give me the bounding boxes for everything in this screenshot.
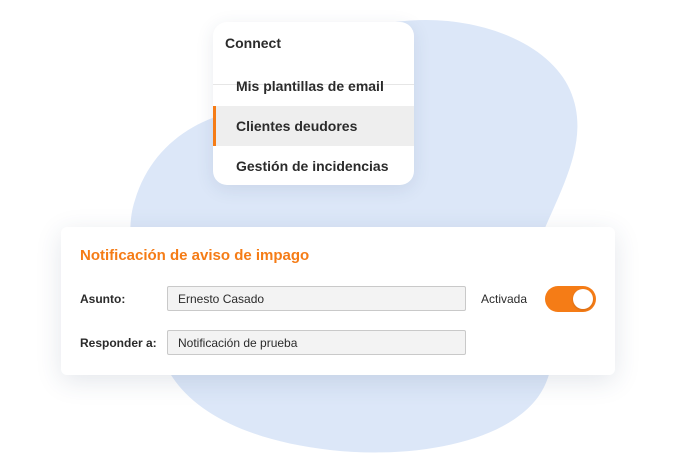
- toggle-label: Activada: [481, 292, 528, 306]
- subject-input[interactable]: [167, 286, 466, 311]
- reply-to-input[interactable]: [167, 330, 466, 355]
- canvas: Connect Mis plantillas de email Clientes…: [0, 0, 675, 472]
- form-title: Notificación de aviso de impago: [80, 247, 310, 264]
- subject-label: Asunto:: [80, 292, 126, 306]
- menu-item-clientes-deudores[interactable]: Clientes deudores: [213, 106, 414, 146]
- menu-item-gestion-incidencias[interactable]: Gestión de incidencias: [213, 146, 414, 185]
- menu-item-mis-plantillas[interactable]: Mis plantillas de email: [213, 66, 414, 106]
- toggle-knob: [573, 289, 593, 309]
- menu-title: Connect: [225, 35, 281, 51]
- connect-menu: Connect Mis plantillas de email Clientes…: [213, 22, 414, 185]
- activated-toggle[interactable]: [545, 286, 596, 312]
- notification-form: Notificación de aviso de impago Asunto: …: [61, 227, 615, 375]
- reply-to-label: Responder a:: [80, 336, 157, 350]
